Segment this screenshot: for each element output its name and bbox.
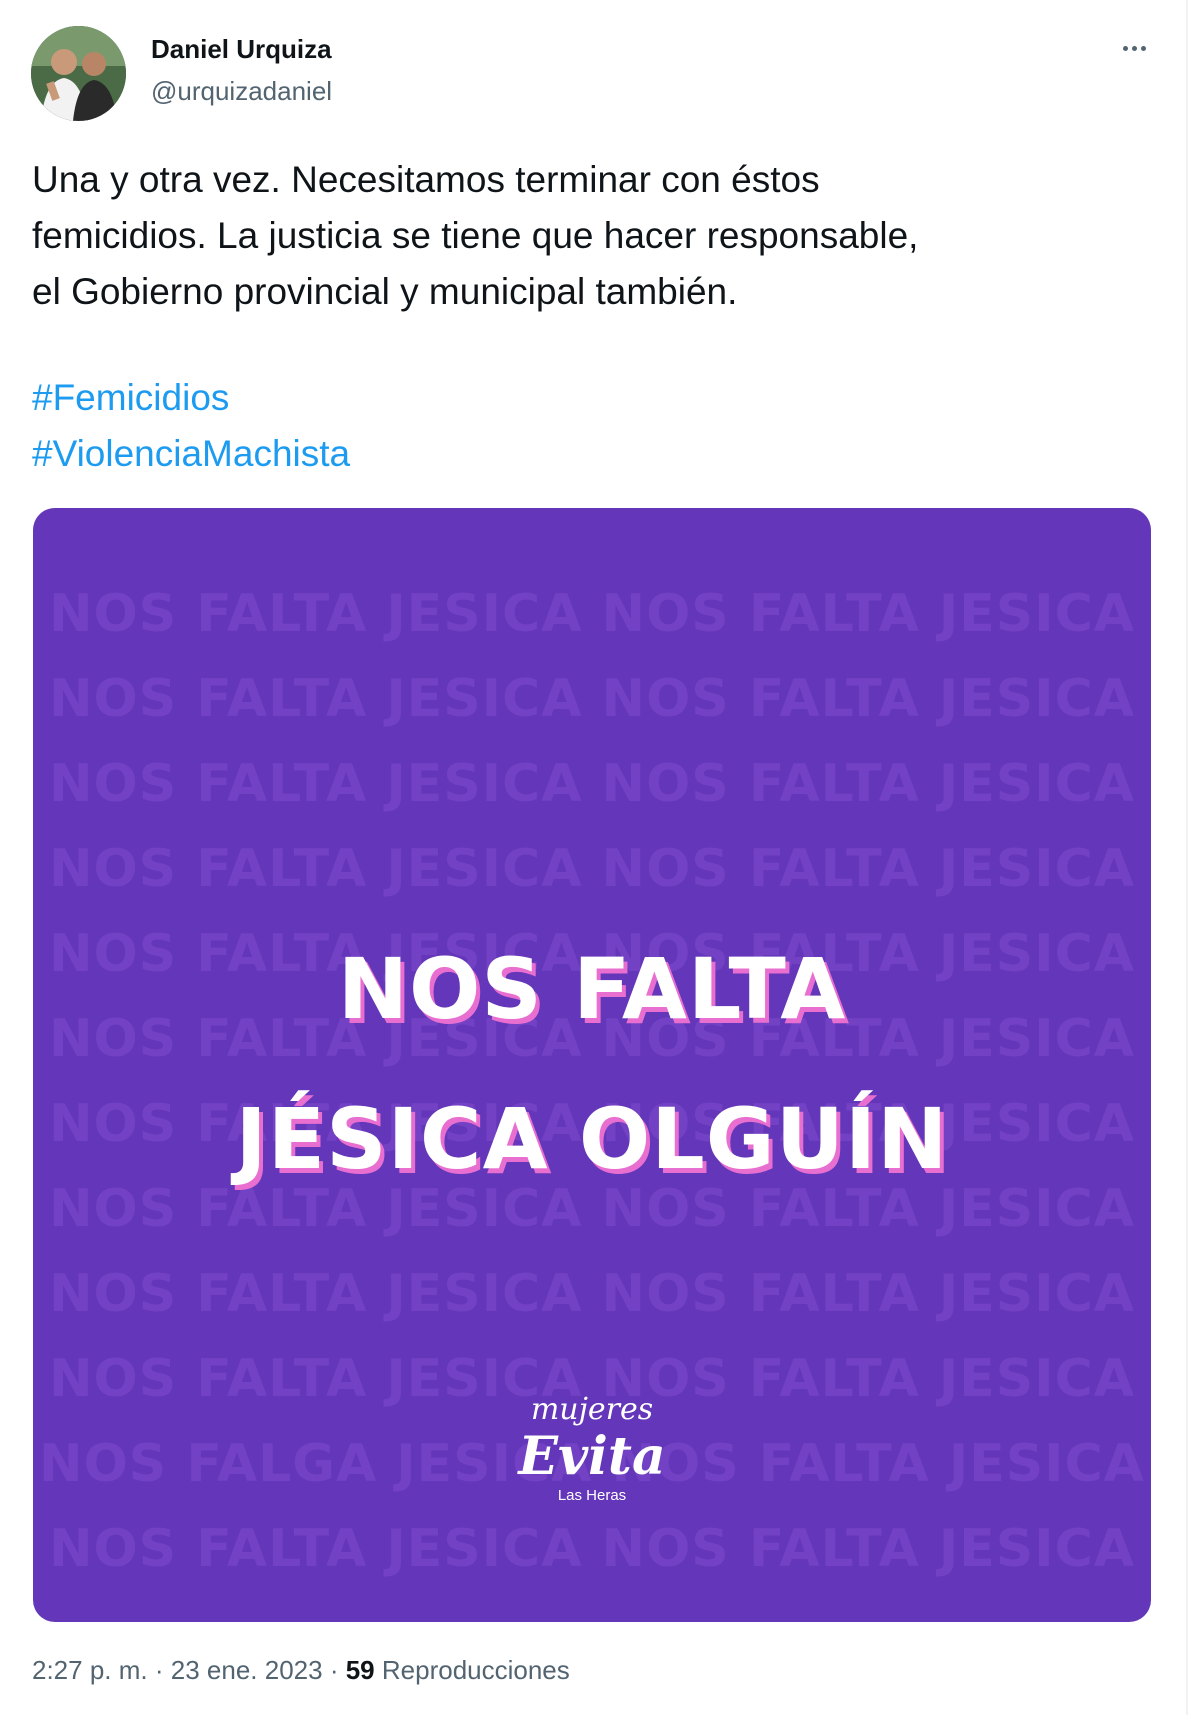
meta-separator: · <box>329 1655 339 1685</box>
tweet-metadata: 2:27 p. m. · 23 ene. 2023 · 59 Reproducc… <box>32 1654 570 1686</box>
tweet-text-line: el Gobierno provincial y municipal tambi… <box>32 271 738 312</box>
logo-subtitle: Las Heras <box>557 1487 627 1504</box>
views-count: 59 <box>345 1655 375 1685</box>
profile-photo-icon <box>31 26 126 121</box>
tweet-date[interactable]: 23 ene. 2023 <box>171 1655 323 1685</box>
tweet-time[interactable]: 2:27 p. m. <box>32 1655 148 1685</box>
avatar[interactable] <box>31 26 126 121</box>
pattern-row: NOS FALTA JESICA NOS FALTA JESICA <box>48 669 1136 729</box>
image-headline-line1: NOS FALTA <box>337 940 847 1038</box>
pattern-row: NOS FALTA JESICA NOS FALTA JESICA <box>48 584 1136 644</box>
tweet-text-line: femicidios. La justicia se tiene que hac… <box>32 215 919 256</box>
meta-separator: · <box>154 1655 164 1685</box>
pattern-row: NOS FALTA JESICA NOS FALTA JESICA <box>48 1264 1136 1324</box>
tweet-text: Una y otra vez. Necesitamos terminar con… <box>32 152 1162 320</box>
tweet-text-line: Una y otra vez. Necesitamos terminar con… <box>32 159 820 200</box>
author-display-name[interactable]: Daniel Urquiza <box>151 34 332 64</box>
more-horizontal-icon-dot <box>1140 45 1146 51</box>
hashtag-list: #Femicidios #ViolenciaMachista <box>32 370 350 482</box>
hashtag-violencia-machista[interactable]: #ViolenciaMachista <box>32 426 350 482</box>
logo-word-mujeres: mujeres <box>530 1392 654 1427</box>
author-block: Daniel Urquiza @urquizadaniel <box>151 34 332 106</box>
pattern-row: NOS FALTA JESICA NOS FALTA JESICA <box>48 754 1136 814</box>
more-horizontal-icon <box>1122 45 1128 51</box>
logo-word-evita: Evita <box>518 1426 666 1487</box>
mujeres-evita-logo: mujeres Evita Las Heras <box>33 1393 1151 1505</box>
more-options-button[interactable] <box>1110 34 1158 62</box>
timeline-divider <box>1186 0 1188 1715</box>
author-handle[interactable]: @urquizadaniel <box>151 76 332 106</box>
tweet-media-image[interactable]: NOS FALTA JESICA NOS FALTA JESICA NOS FA… <box>33 508 1151 1622</box>
views-label: Reproducciones <box>381 1655 570 1685</box>
pattern-row: NOS FALTA JESICA NOS FALTA JESICA <box>48 839 1136 899</box>
tweet-card: Daniel Urquiza @urquizadaniel Una y otra… <box>0 0 1200 1715</box>
image-headline-line2: JÉSICA OLGUÍN <box>235 1090 949 1188</box>
more-horizontal-icon-dot <box>1131 45 1137 51</box>
hashtag-femicidios[interactable]: #Femicidios <box>32 370 350 426</box>
pattern-row: NOS FALTA JESICA NOS FALTA JESICA <box>48 1519 1136 1579</box>
